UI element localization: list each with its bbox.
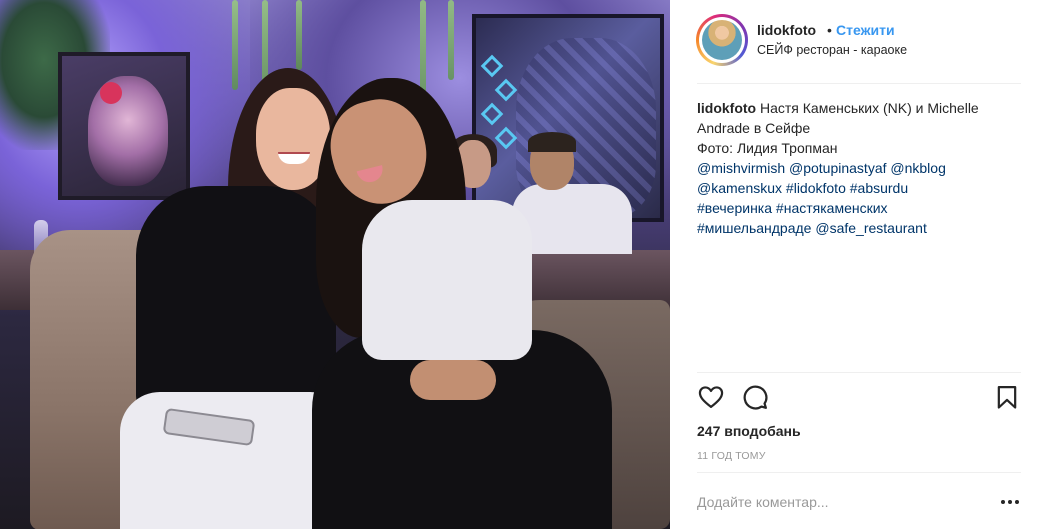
hashtag-link[interactable]: #настякаменских xyxy=(776,200,888,216)
caption-tags-line: @kamenskux #lidokfoto #absurdu xyxy=(697,178,1021,198)
comment-bar xyxy=(697,472,1021,529)
caption-line: Фото: Лидия Тропман xyxy=(697,140,838,156)
bookmark-icon[interactable] xyxy=(993,383,1021,411)
location-link[interactable]: СЕЙФ ресторан - караоке xyxy=(757,43,907,57)
hashtag-link[interactable]: #lidokfoto xyxy=(786,180,846,196)
post-caption: lidokfoto Настя Каменських (NK) и Michel… xyxy=(697,98,1021,238)
caption-tags-line: #мишельандраде @safe_restaurant xyxy=(697,218,1021,238)
hashtag-link[interactable]: #absurdu xyxy=(850,180,908,196)
mention-link[interactable]: @safe_restaurant xyxy=(815,220,927,236)
heart-icon[interactable] xyxy=(697,383,725,411)
hashtag-link[interactable]: #вечеринка xyxy=(697,200,772,216)
follow-button[interactable]: Стежити xyxy=(836,22,895,38)
caption-line: Andrade в Сейфе xyxy=(697,120,811,136)
photo-person-right-hand xyxy=(410,360,496,400)
caption-text: Настя Каменських (NK) и Michelle xyxy=(756,100,979,116)
photo-person-left-top xyxy=(136,186,336,416)
mention-link[interactable]: @mishvirmish xyxy=(697,160,785,176)
separator-dot: • xyxy=(827,22,832,38)
comment-icon[interactable] xyxy=(741,383,769,411)
avatar[interactable] xyxy=(696,14,748,66)
caption-tags-line: #вечеринка #настякаменских xyxy=(697,198,1021,218)
photo-vine xyxy=(296,0,302,70)
comment-input[interactable] xyxy=(697,489,987,515)
username-link[interactable]: lidokfoto xyxy=(757,22,816,38)
likes-count[interactable]: 247 вподобань xyxy=(697,423,801,439)
photo-vine xyxy=(448,0,454,80)
photo-painting-left xyxy=(58,52,190,200)
photo-vine xyxy=(232,0,238,90)
post-header: lidokfoto • Стежити СЕЙФ ресторан - кара… xyxy=(696,0,1021,84)
caption-tags-line: @mishvirmish @potupinastyaf @nkblog xyxy=(697,158,1021,178)
hashtag-link[interactable]: #мишельандраде xyxy=(697,220,811,236)
mention-link[interactable]: @kamenskux xyxy=(697,180,782,196)
mention-link[interactable]: @nkblog xyxy=(890,160,945,176)
post-timestamp[interactable]: 11 год тому xyxy=(697,450,766,462)
mention-link[interactable]: @potupinastyaf xyxy=(789,160,887,176)
caption-line: lidokfoto Настя Каменських (NK) и Michel… xyxy=(697,98,1021,118)
more-icon[interactable] xyxy=(999,491,1021,513)
post-photo[interactable] xyxy=(0,0,670,529)
post-side-panel: lidokfoto • Стежити СЕЙФ ресторан - кара… xyxy=(670,0,1040,529)
photo-person-right-top xyxy=(362,200,532,360)
caption-username[interactable]: lidokfoto xyxy=(697,100,756,116)
